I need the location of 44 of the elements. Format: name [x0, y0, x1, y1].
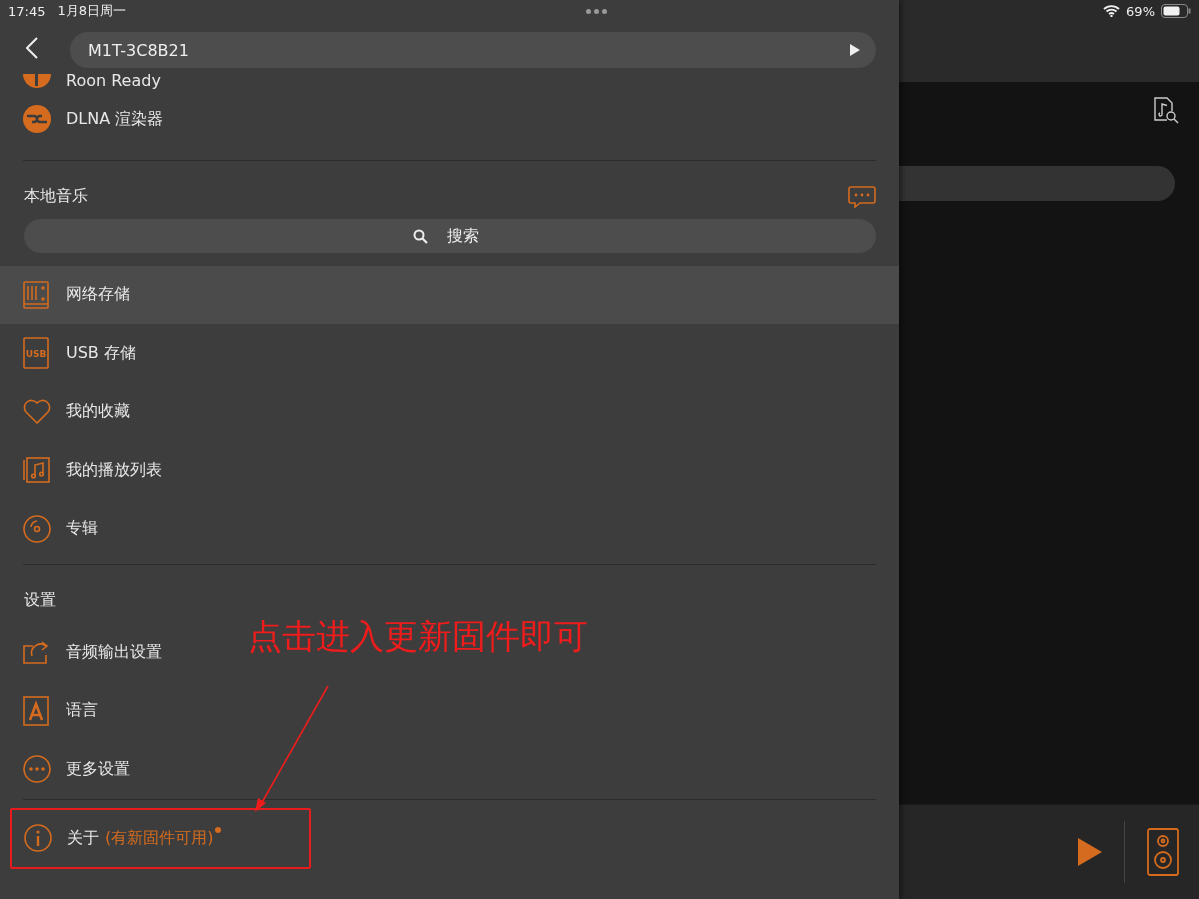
play-icon[interactable]: [1078, 838, 1102, 866]
about-menu-item[interactable]: 关于 (有新固件可用): [10, 807, 311, 869]
chat-bubble-icon[interactable]: [848, 185, 876, 208]
language-icon: [23, 695, 49, 726]
section-title: 本地音乐: [24, 186, 88, 207]
usb-drive-icon: USB: [23, 337, 49, 370]
battery-percent: 69%: [1126, 3, 1155, 19]
menu-item-label[interactable]: USB 存储: [66, 342, 136, 364]
search-field[interactable]: 搜索: [24, 218, 876, 253]
status-date: 1月8日周一: [57, 2, 126, 20]
menu-item[interactable]: 我的收藏: [0, 382, 899, 441]
menu-item-label[interactable]: 更多设置: [66, 758, 130, 780]
section-title: 设置: [24, 589, 56, 611]
multitasking-dots-icon[interactable]: [586, 8, 607, 14]
status-time: 17:45: [8, 3, 46, 19]
menu-item[interactable]: 专辑: [0, 499, 899, 558]
link-icon: [23, 105, 51, 134]
menu-item-label[interactable]: 音频输出设置: [66, 641, 162, 663]
menu-item-label[interactable]: Roon Ready: [66, 71, 161, 90]
more-icon: [23, 755, 51, 784]
menu-item-label[interactable]: DLNA 渲染器: [66, 108, 164, 130]
battery-icon: [1161, 4, 1191, 18]
storage-server-icon: [23, 280, 49, 309]
menu-item[interactable]: 网络存储: [0, 265, 899, 324]
disc-icon: [23, 514, 51, 543]
heart-icon: [23, 398, 51, 425]
annotation-text: 点击进入更新固件即可: [248, 615, 588, 658]
menu-item-label[interactable]: 专辑: [66, 518, 98, 540]
music-file-search-icon[interactable]: [1153, 96, 1179, 126]
menu-item-label[interactable]: 我的收藏: [66, 401, 130, 423]
menu-item[interactable]: USB USB 存储: [0, 324, 899, 383]
back-icon[interactable]: [26, 37, 38, 59]
device-selector[interactable]: M1T-3C8B21: [70, 32, 876, 68]
play-icon: [850, 44, 860, 56]
share-out-icon: [23, 640, 49, 665]
speaker-icon[interactable]: [1147, 828, 1179, 876]
music-album-icon: [23, 457, 51, 484]
roon-icon: [23, 74, 51, 90]
menu-item-label[interactable]: 网络存储: [66, 284, 130, 306]
wifi-icon: [1103, 5, 1121, 17]
menu-item-label[interactable]: 我的播放列表: [66, 459, 162, 481]
menu-item-label[interactable]: 语言: [66, 700, 98, 722]
menu-item[interactable]: 我的播放列表: [0, 441, 899, 500]
info-icon: [24, 824, 52, 852]
